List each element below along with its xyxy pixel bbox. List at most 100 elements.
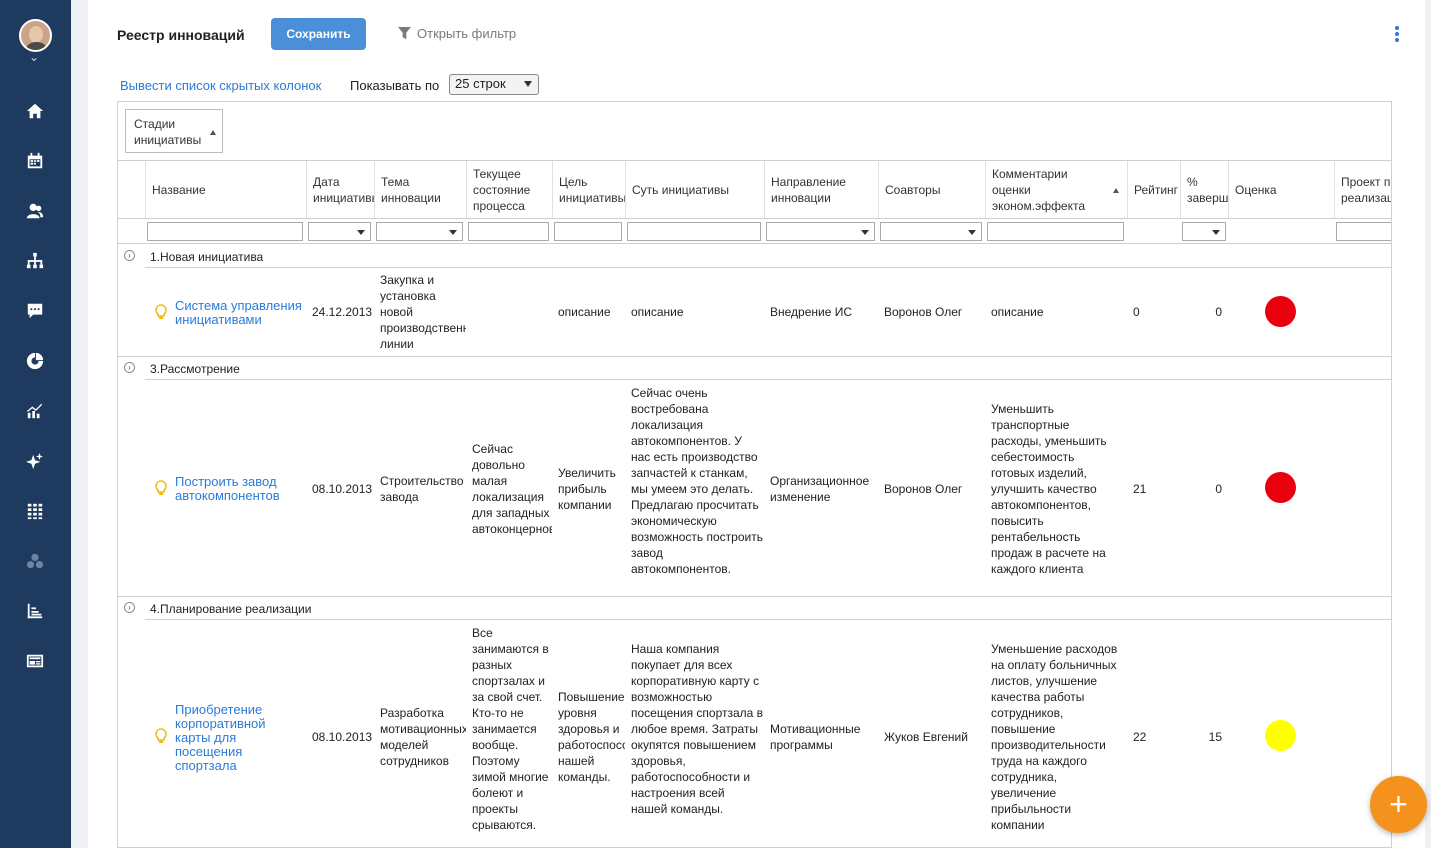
column-header-coauthors[interactable]: Соавторы xyxy=(878,161,985,218)
filter-goal-input[interactable] xyxy=(554,222,622,241)
cell-state: Сейчас довольно малая локализация для за… xyxy=(472,442,552,536)
column-header-essence[interactable]: Суть инициативы xyxy=(625,161,764,218)
column-header-project[interactable]: Проект по реализации xyxy=(1334,161,1391,218)
chat-icon[interactable] xyxy=(23,299,47,323)
rows-per-page-value: 25 строк xyxy=(455,76,506,91)
table-row: Система управления инициативами 24.12.20… xyxy=(118,268,1391,356)
lightbulb-icon xyxy=(155,304,167,319)
cell-rating: 0 xyxy=(1133,305,1140,319)
org-chart-icon[interactable] xyxy=(23,249,47,273)
collapse-toggle-icon[interactable]: › xyxy=(124,250,135,261)
cell-goal: Повышение уровня здоровья и работоспособ… xyxy=(558,690,625,784)
filter-topic-select[interactable] xyxy=(376,222,463,241)
cell-goal: Увеличить прибыль компании xyxy=(558,466,616,512)
cell-comments: Уменьшение расходов на оплату больничных… xyxy=(991,642,1118,832)
column-header-date[interactable]: Дата инициативы xyxy=(306,161,374,218)
more-options-icon[interactable] xyxy=(1394,26,1400,44)
avatar-face xyxy=(29,26,43,43)
column-header-comments-label: Комментарии оценки эконом.эффекта xyxy=(992,166,1086,213)
column-header-name[interactable]: Название xyxy=(145,161,306,218)
open-filter-button[interactable]: Открыть фильтр xyxy=(398,26,516,41)
filter-date-select[interactable] xyxy=(308,222,371,241)
save-button[interactable]: Сохранить xyxy=(271,18,366,50)
column-header-topic[interactable]: Тема инновации xyxy=(374,161,466,218)
column-header-state[interactable]: Текущее состояние процесса xyxy=(466,161,552,218)
cell-topic: Закупка и установка новой производственн… xyxy=(380,273,466,351)
header-bottom-line xyxy=(118,218,1391,219)
cell-essence: Сейчас очень востребована локализация ав… xyxy=(631,386,763,576)
trend-chart-icon[interactable] xyxy=(23,399,47,423)
main-card: Реестр инноваций Сохранить Открыть фильт… xyxy=(88,0,1425,848)
collapse-toggle-icon[interactable]: › xyxy=(124,602,135,613)
table-row: Приобретение корпоративной карты для пос… xyxy=(118,620,1391,847)
score-indicator xyxy=(1265,720,1296,751)
home-icon[interactable] xyxy=(23,99,47,123)
initiative-name-link[interactable]: Приобретение корпоративной карты для пос… xyxy=(175,703,275,773)
network-icon[interactable] xyxy=(23,549,47,573)
sort-ascending-icon[interactable] xyxy=(210,130,216,135)
filter-essence-input[interactable] xyxy=(627,222,761,241)
innovation-grid: Стадии инициативы Название Дата инициати… xyxy=(117,101,1392,848)
chevron-down-icon[interactable]: ⌄ xyxy=(29,50,39,64)
cell-direction: Организационное изменение xyxy=(770,474,870,504)
column-header-goal[interactable]: Цель инициативы xyxy=(552,161,625,218)
add-button[interactable]: + xyxy=(1370,776,1427,833)
cell-essence: описание xyxy=(631,305,684,319)
lightbulb-icon xyxy=(155,480,167,495)
cell-date: 08.10.2013 xyxy=(312,730,373,744)
filter-icon xyxy=(398,27,411,40)
cell-rating: 21 xyxy=(1133,482,1147,496)
filter-comments-input[interactable] xyxy=(987,222,1124,241)
bar-chart-icon[interactable] xyxy=(23,599,47,623)
grouping-chip[interactable]: Стадии инициативы xyxy=(125,109,223,153)
avatar[interactable] xyxy=(19,19,52,52)
cell-coauthors: Жуков Евгений xyxy=(884,730,968,744)
filter-state-input[interactable] xyxy=(468,222,549,241)
filter-name-input[interactable] xyxy=(147,222,303,241)
cell-percent: 15 xyxy=(1208,730,1222,744)
users-icon[interactable] xyxy=(23,199,47,223)
group-header-row: › 3.Рассмотрение xyxy=(118,356,1391,380)
cell-comments: Уменьшить транспортные расходы, уменьшит… xyxy=(991,402,1107,576)
column-header-comments[interactable]: Комментарии оценки эконом.эффекта xyxy=(985,161,1127,218)
rows-per-page-label: Показывать по xyxy=(350,78,440,93)
cell-comments: описание xyxy=(991,305,1044,319)
sparkle-icon[interactable] xyxy=(23,449,47,473)
calendar-icon[interactable] xyxy=(23,149,47,173)
group-header-row: › 4.Планирование реализации xyxy=(118,596,1391,620)
page-title: Реестр инноваций xyxy=(117,27,245,43)
initiative-name-link[interactable]: Построить завод автокомпонентов xyxy=(175,475,303,503)
sort-ascending-icon xyxy=(1113,188,1119,193)
table-row: Построить завод автокомпонентов 08.10.20… xyxy=(118,380,1391,596)
column-header-rating[interactable]: Рейтинг xyxy=(1127,161,1180,218)
column-header-percent[interactable]: % завершения xyxy=(1180,161,1228,218)
filter-coauthors-select[interactable] xyxy=(880,222,982,241)
cell-direction: Мотивационные программы xyxy=(770,722,861,752)
filter-percent-select[interactable] xyxy=(1182,222,1226,241)
filter-project-input[interactable] xyxy=(1336,222,1391,241)
rows-per-page-select[interactable]: 25 строк xyxy=(449,74,539,95)
cell-percent: 0 xyxy=(1215,482,1222,496)
initiative-name-link[interactable]: Система управления инициативами xyxy=(175,299,303,327)
sidebar: ⌄ xyxy=(0,0,71,848)
column-header-direction[interactable]: Направление инновации xyxy=(764,161,878,218)
grid-icon[interactable] xyxy=(23,499,47,523)
cell-direction: Внедрение ИС xyxy=(770,305,853,319)
pie-chart-icon[interactable] xyxy=(23,349,47,373)
group-header-row: › 1.Новая инициатива xyxy=(118,244,1391,268)
news-icon[interactable] xyxy=(23,649,47,673)
cell-essence: Наша компания покупает для всех корпорат… xyxy=(631,642,764,816)
cell-topic: Разработка мотивационных моделей сотрудн… xyxy=(380,706,466,768)
group-label: 3.Рассмотрение xyxy=(150,362,240,376)
cell-topic: Строительство завода xyxy=(380,474,464,504)
column-header-score[interactable]: Оценка xyxy=(1228,161,1334,218)
cell-date: 24.12.2013 xyxy=(312,305,373,319)
grouping-label: Стадии инициативы xyxy=(134,117,202,147)
collapse-toggle-icon[interactable]: › xyxy=(124,362,135,373)
group-label: 1.Новая инициатива xyxy=(150,250,264,264)
lightbulb-icon xyxy=(155,728,167,743)
hidden-columns-link[interactable]: Вывести список скрытых колонок xyxy=(120,78,321,93)
chevron-down-icon xyxy=(524,81,532,87)
group-label: 4.Планирование реализации xyxy=(150,602,312,616)
filter-direction-select[interactable] xyxy=(766,222,875,241)
